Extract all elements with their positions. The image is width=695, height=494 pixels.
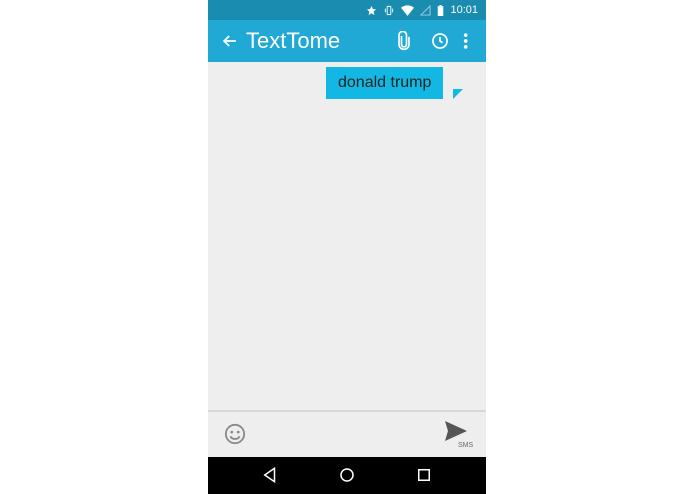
star-icon <box>367 5 377 15</box>
app-bar: TextTome <box>208 20 486 62</box>
battery-icon <box>438 4 444 16</box>
attach-icon[interactable] <box>394 31 414 51</box>
more-icon[interactable] <box>459 31 479 51</box>
wifi-icon <box>401 4 415 16</box>
bubble-tail <box>453 89 463 99</box>
app-title: TextTome <box>246 28 341 53</box>
back-arrow-icon[interactable] <box>220 31 240 51</box>
emoji-icon[interactable] <box>224 423 246 445</box>
schedule-icon[interactable] <box>430 31 450 51</box>
compose-bar: SMS <box>208 410 486 459</box>
sent-message-bubble[interactable]: donald trump <box>326 67 444 99</box>
signal-icon <box>420 4 432 16</box>
navigation-bar <box>208 457 486 494</box>
send-icon[interactable] <box>444 420 468 442</box>
phone-screen: 10:01 TextTome donald trump SMS <box>208 0 486 494</box>
status-bar: 10:01 <box>208 0 486 20</box>
nav-home-icon[interactable] <box>338 466 356 484</box>
vibrate-icon <box>385 5 394 15</box>
nav-back-icon[interactable] <box>261 466 279 484</box>
status-time: 10:01 <box>450 4 478 16</box>
send-sms-label: SMS <box>458 442 474 449</box>
nav-recents-icon[interactable] <box>415 466 433 484</box>
message-thread[interactable]: donald trump <box>208 62 486 410</box>
message-input[interactable] <box>258 422 428 446</box>
